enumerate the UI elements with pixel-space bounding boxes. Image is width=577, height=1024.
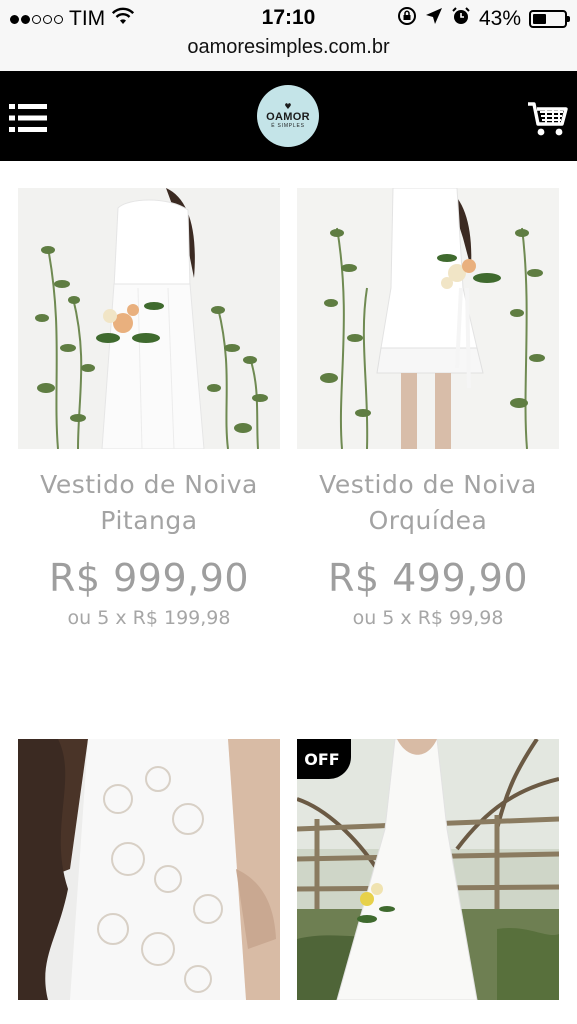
status-left: TIM	[10, 6, 135, 32]
cart-button[interactable]	[526, 100, 568, 138]
logo-tagline: É SIMPLES	[271, 122, 305, 129]
signal-strength-icon	[10, 14, 63, 24]
off-badge: OFF	[297, 739, 351, 779]
product-card[interactable]: OFF	[297, 739, 559, 1000]
orientation-lock-icon	[397, 6, 417, 32]
url-bar[interactable]: oamoresimples.com.br	[0, 36, 577, 66]
product-installment: ou 5 x R$ 99,98	[352, 607, 504, 629]
product-name[interactable]: Vestido de Noiva Pitanga	[18, 467, 280, 539]
status-bar: TIM 17:10 43%	[0, 0, 577, 38]
signal-dot	[21, 14, 30, 24]
alarm-icon	[451, 6, 471, 32]
heart-icon: ♥	[284, 101, 292, 111]
location-arrow-icon	[425, 7, 443, 31]
wifi-icon	[111, 7, 135, 31]
signal-dot	[10, 14, 19, 24]
product-image[interactable]	[18, 739, 280, 1000]
product-name-line: Orquídea	[368, 506, 488, 535]
menu-icon	[9, 104, 47, 132]
site-logo[interactable]: ♥ OAMOR É SIMPLES	[257, 85, 319, 147]
product-image[interactable]: OFF	[297, 739, 559, 1000]
battery-level	[533, 14, 546, 24]
product-installment: ou 5 x R$ 199,98	[67, 607, 231, 629]
battery-percent: 43%	[478, 7, 521, 30]
product-name-line: Pitanga	[100, 506, 198, 535]
product-name-line: Vestido de Noiva	[319, 470, 537, 499]
menu-button[interactable]	[9, 103, 47, 133]
product-card[interactable]: Vestido de Noiva Orquídea R$ 499,90 ou 5…	[297, 188, 559, 631]
carrier-label: TIM	[69, 7, 106, 30]
signal-dot	[43, 14, 52, 24]
product-image[interactable]	[297, 188, 559, 449]
product-image[interactable]	[18, 188, 280, 449]
cart-icon	[528, 102, 568, 136]
battery-icon	[529, 10, 570, 28]
product-card[interactable]	[18, 739, 280, 1000]
product-price: R$ 499,90	[327, 556, 529, 600]
product-name-line: Vestido de Noiva	[40, 470, 258, 499]
status-right: 43%	[397, 6, 570, 32]
product-price: R$ 999,90	[48, 556, 250, 600]
logo-wordmark: OAMOR	[266, 110, 310, 123]
signal-dot	[32, 14, 41, 24]
browser-chrome: TIM 17:10 43% oamoresimples.com.br	[0, 0, 577, 71]
product-name[interactable]: Vestido de Noiva Orquídea	[297, 467, 559, 539]
signal-dot	[54, 14, 63, 24]
product-card[interactable]: Vestido de Noiva Pitanga R$ 999,90 ou 5 …	[18, 188, 280, 631]
